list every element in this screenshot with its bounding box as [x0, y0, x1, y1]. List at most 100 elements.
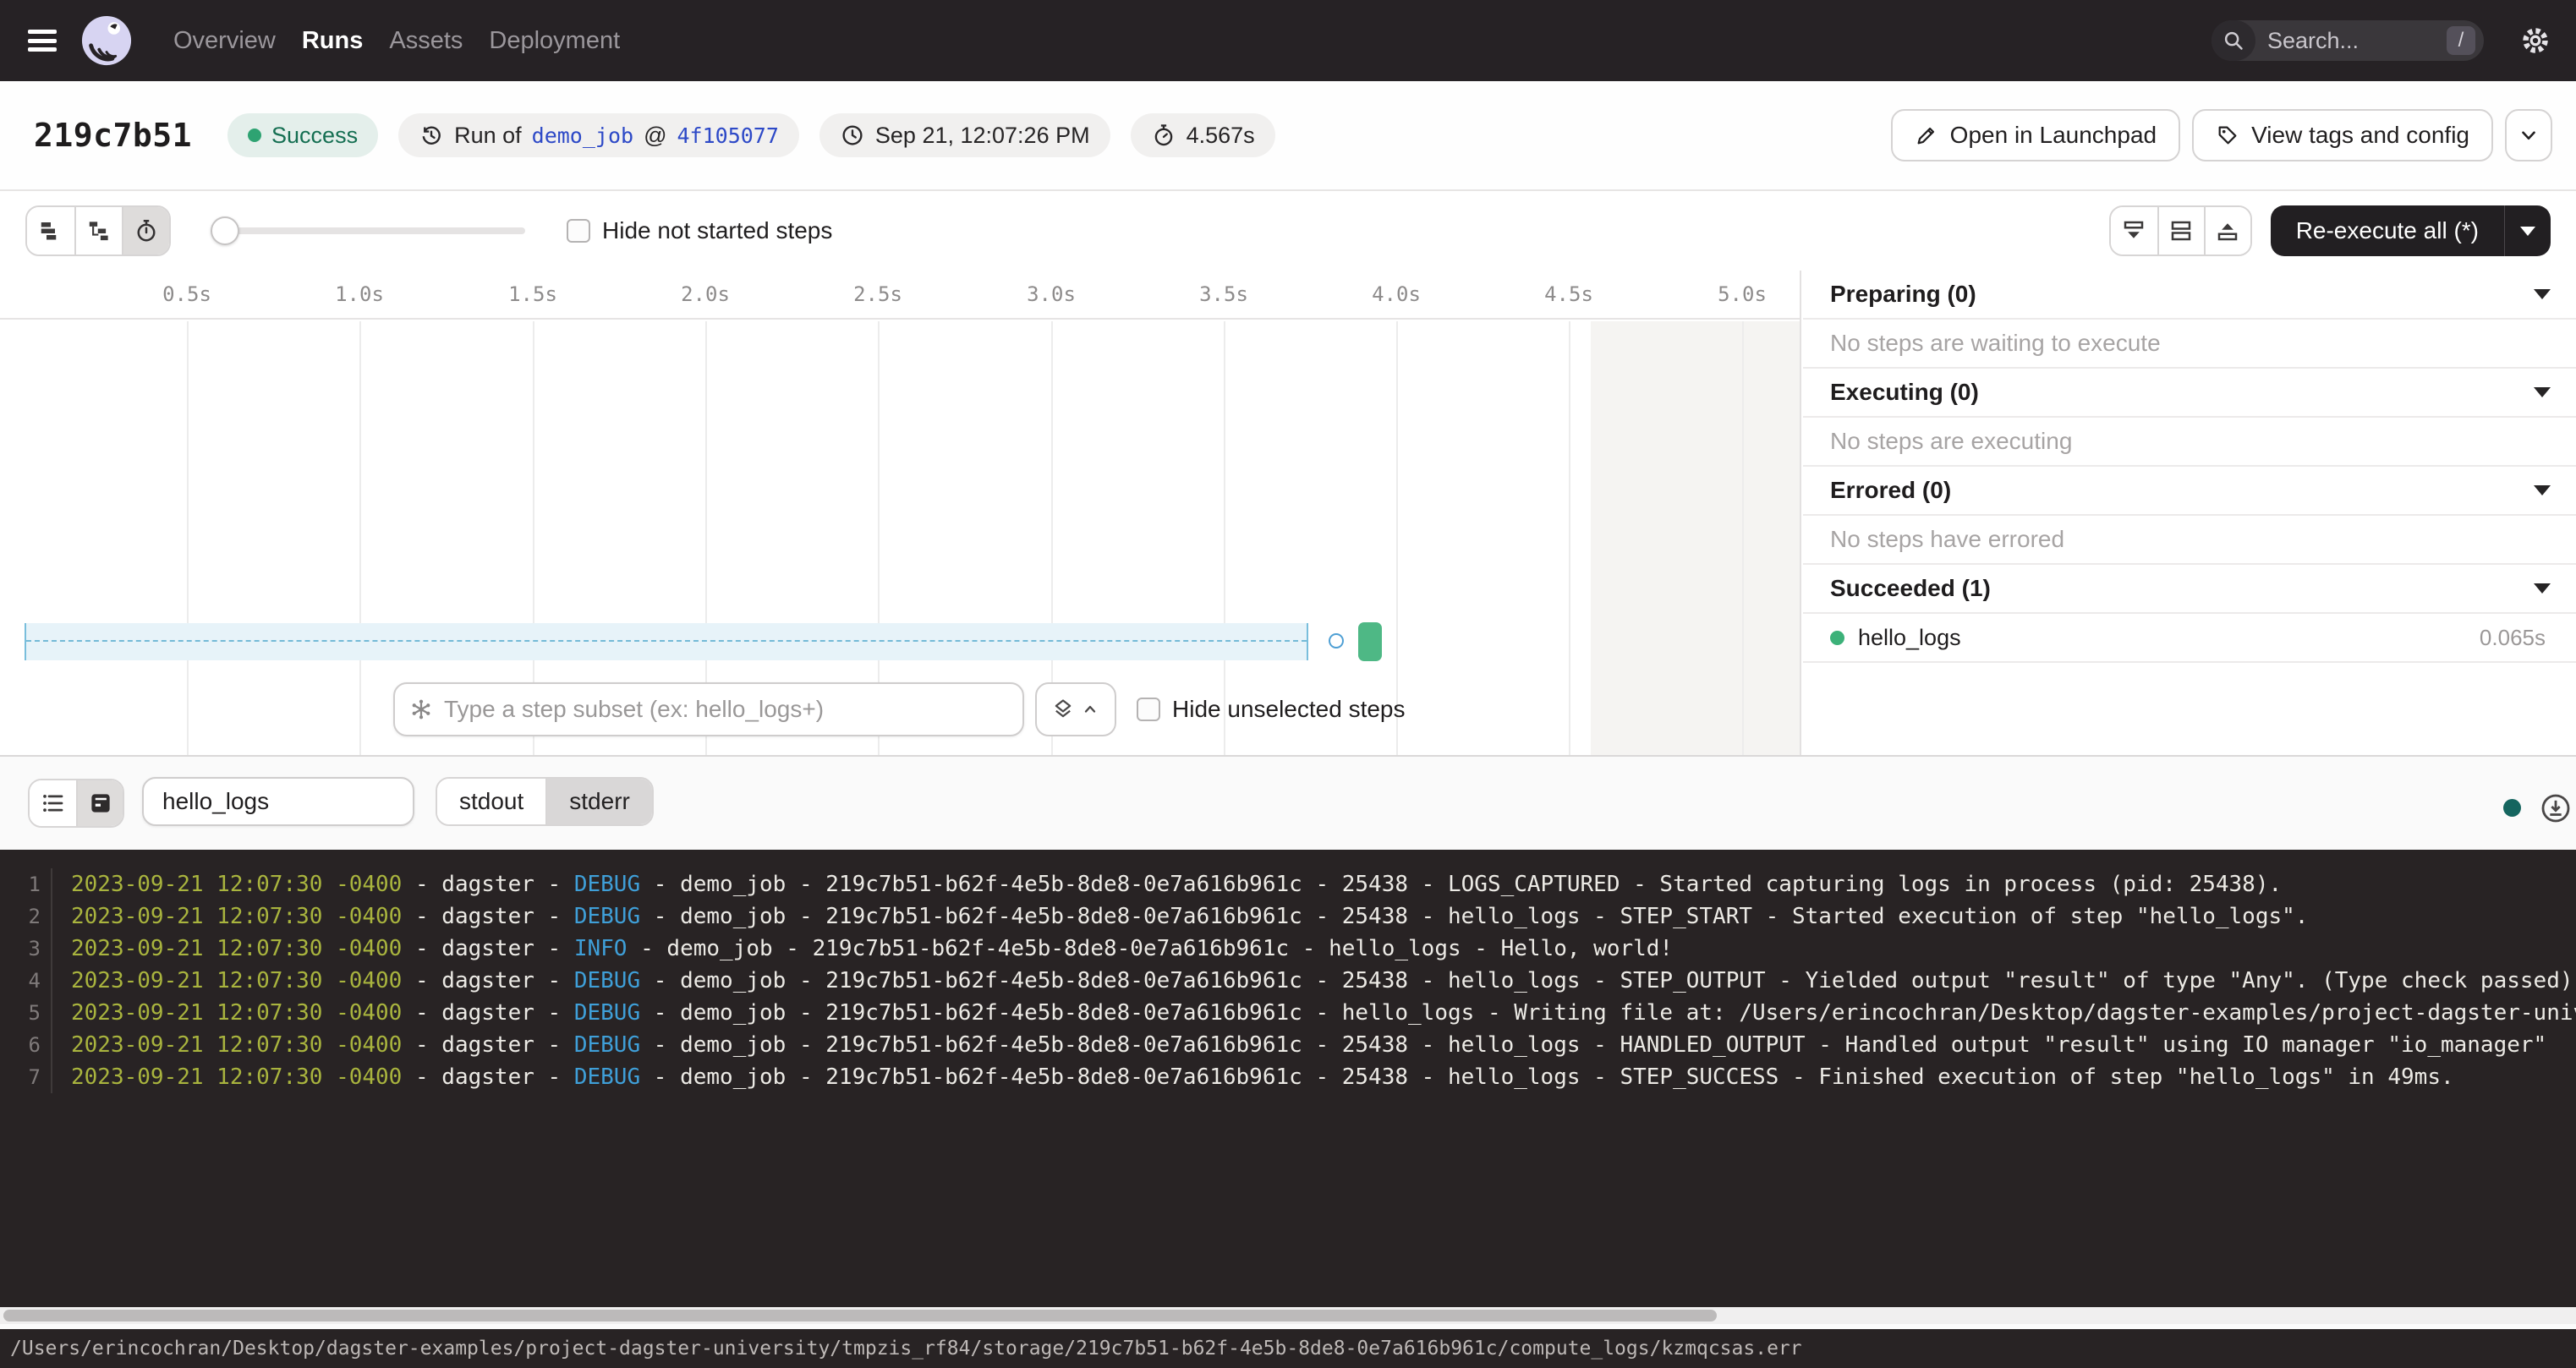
search-shortcut-badge: / — [2447, 26, 2475, 55]
expand-logs-button[interactable] — [2204, 207, 2250, 254]
gantt-chart: 0.5s1.0s1.5s2.0s2.5s3.0s3.5s4.0s4.5s5.0s — [0, 271, 1801, 755]
section-header-preparing[interactable]: Preparing (0) — [1803, 271, 2576, 320]
split-panes-button[interactable] — [2157, 207, 2204, 254]
log-text: 2023-09-21 12:07:30 -0400 - dagster - DE… — [52, 1000, 2576, 1026]
line-number: 5 — [0, 997, 41, 1029]
snapshot-link[interactable]: 4f105077 — [677, 123, 778, 148]
line-number: 4 — [0, 965, 41, 997]
log-line: 32023-09-21 12:07:30 -0400 - dagster - I… — [0, 933, 2576, 965]
log-text: 2023-09-21 12:07:30 -0400 - dagster - DE… — [52, 1032, 2546, 1058]
job-link[interactable]: demo_job — [532, 123, 633, 148]
step-duration: 0.065s — [2480, 625, 2551, 651]
timed-view-button[interactable] — [122, 207, 169, 254]
duration-tag: 4.567s — [1131, 113, 1275, 157]
axis-tick-label: 4.5s — [1544, 282, 1593, 306]
log-source: - dagster - — [402, 1032, 574, 1058]
log-text: 2023-09-21 12:07:30 -0400 - dagster - DE… — [52, 968, 2576, 993]
raw-log-viewer[interactable]: 1 2023-09-21 12:07:30 -0400 - dagster - D… — [0, 850, 2576, 1307]
caret-down-icon — [2534, 387, 2551, 397]
hide-unselected-checkbox[interactable] — [1137, 698, 1160, 721]
section-empty-row: No steps are executing — [1803, 418, 2576, 467]
dagster-run-page: OverviewRunsAssetsDeployment / 219c7b51 … — [0, 0, 2576, 1368]
stdout-stderr-tabs: stdoutstderr — [436, 777, 654, 826]
step-subset-input[interactable] — [444, 696, 1009, 723]
duration-value: 4.567s — [1187, 123, 1255, 149]
pane-split-icon — [2168, 218, 2194, 244]
layers-icon — [1051, 698, 1075, 721]
nav-item-overview[interactable]: Overview — [173, 27, 276, 55]
waterfall-view-button[interactable] — [74, 207, 122, 254]
gutter-divider — [41, 997, 52, 1029]
empty-state-text: No steps are waiting to execute — [1830, 330, 2161, 357]
log-level: INFO — [574, 936, 628, 961]
section-empty-row: No steps have errored — [1803, 516, 2576, 565]
slider-knob[interactable] — [211, 216, 239, 245]
log-level: DEBUG — [574, 968, 640, 993]
log-file-status-bar: /Users/erincochran/Desktop/dagster-examp… — [0, 1329, 2576, 1368]
log-view-mode-segment — [28, 779, 124, 828]
reexecute-all-label: Re-execute all (*) — [2271, 217, 2504, 244]
log-message: - demo_job - 219c7b51-b62f-4e5b-8de8-0e7… — [627, 936, 1673, 961]
tab-stdout[interactable]: stdout — [437, 779, 545, 824]
caret-down-icon — [2534, 583, 2551, 594]
global-search[interactable]: / — [2212, 20, 2484, 61]
nav-item-runs[interactable]: Runs — [302, 27, 364, 55]
raw-log-view-button[interactable] — [76, 780, 123, 826]
download-icon[interactable] — [2539, 791, 2573, 825]
view-tags-config-button[interactable]: View tags and config — [2192, 109, 2493, 161]
gutter-divider — [41, 900, 52, 933]
success-dot-icon — [1830, 631, 1844, 645]
clock-icon — [840, 123, 865, 148]
log-level: DEBUG — [574, 872, 640, 897]
log-source: - dagster - — [402, 968, 574, 993]
nav-item-assets[interactable]: Assets — [389, 27, 463, 55]
nav-item-deployment[interactable]: Deployment — [489, 27, 620, 55]
log-line: 62023-09-21 12:07:30 -0400 - dagster - D… — [0, 1029, 2576, 1061]
search-input[interactable] — [2255, 28, 2447, 54]
step-waiting-bar — [25, 623, 1308, 660]
log-source: - dagster - — [402, 904, 574, 929]
status-badge: Success — [227, 113, 378, 157]
step-bar-hello-logs[interactable] — [1358, 622, 1382, 661]
log-timestamp: 2023-09-21 12:07:30 -0400 — [71, 1000, 402, 1026]
dagster-logo[interactable] — [80, 14, 133, 67]
run-actions-menu-button[interactable] — [2505, 109, 2552, 161]
log-toolbar: stdoutstderr — [0, 757, 2576, 850]
gantt-zoom-slider[interactable] — [211, 216, 525, 245]
reexecute-menu-button[interactable] — [2505, 205, 2551, 256]
log-text: 2023-09-21 12:07:30 -0400 - dagster - DE… — [52, 904, 2308, 929]
scrollbar-thumb[interactable] — [3, 1310, 1717, 1321]
section-header-errored[interactable]: Errored (0) — [1803, 467, 2576, 516]
status-label: Success — [271, 123, 358, 149]
succeeded-step-row[interactable]: hello_logs0.065s — [1803, 614, 2576, 663]
gear-icon[interactable] — [2519, 25, 2551, 57]
start-time: Sep 21, 12:07:26 PM — [875, 123, 1090, 149]
log-message: - demo_job - 219c7b51-b62f-4e5b-8de8-0e7… — [640, 872, 2282, 897]
gutter-divider — [41, 933, 52, 965]
hamburger-menu-icon[interactable] — [28, 30, 57, 52]
axis-tick-label: 5.0s — [1718, 282, 1767, 306]
log-line: 4 2023-09-21 12:07:30 -0400 - dagster - D… — [0, 965, 2576, 997]
chevron-down-icon — [2518, 124, 2540, 146]
collapse-logs-button[interactable] — [2111, 207, 2157, 254]
log-timestamp: 2023-09-21 12:07:30 -0400 — [71, 904, 402, 929]
structured-log-view-button[interactable] — [30, 780, 76, 826]
step-subset-apply-button[interactable] — [1035, 682, 1116, 736]
section-header-executing[interactable]: Executing (0) — [1803, 369, 2576, 418]
line-number: 1 — [0, 868, 41, 900]
gutter-divider — [41, 868, 52, 900]
empty-state-text: No steps have errored — [1830, 526, 2064, 553]
gutter-divider — [41, 965, 52, 997]
run-of-prefix: Run of — [454, 123, 522, 149]
reexecute-all-button[interactable]: Re-execute all (*) — [2271, 205, 2551, 256]
log-file-path: /Users/erincochran/Desktop/dagster-examp… — [10, 1338, 1802, 1360]
tab-stderr[interactable]: stderr — [545, 779, 652, 824]
section-header-succeeded[interactable]: Succeeded (1) — [1803, 565, 2576, 614]
history-icon — [419, 123, 444, 148]
hide-not-started-checkbox[interactable] — [567, 219, 590, 243]
open-in-launchpad-button[interactable]: Open in Launchpad — [1891, 109, 2180, 161]
primary-nav: Overview Runs Assets Deployment — [173, 27, 620, 55]
log-line: 22023-09-21 12:07:30 -0400 - dagster - D… — [0, 900, 2576, 933]
log-step-filter-input[interactable] — [142, 777, 414, 826]
flat-view-button[interactable] — [27, 207, 74, 254]
